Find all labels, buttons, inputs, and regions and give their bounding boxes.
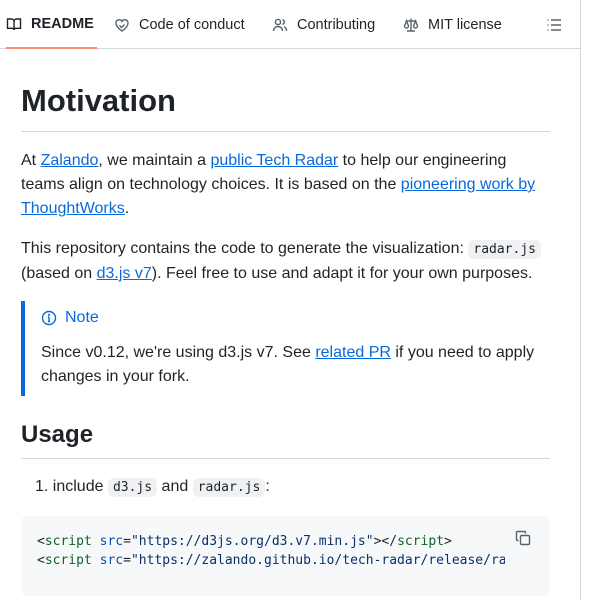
code-token: script [397, 534, 445, 549]
related-pr-link[interactable]: related PR [315, 344, 391, 361]
text: , we maintain a [98, 152, 211, 169]
tab-mit-license[interactable]: MIT license [403, 0, 502, 49]
usage-step-1: 1. include d3.js and radar.js: [35, 475, 270, 500]
copy-button[interactable] [515, 530, 533, 548]
code-token: ></ [373, 534, 398, 549]
text: . [124, 200, 130, 217]
tab-code-of-conduct[interactable]: Code of conduct [114, 0, 245, 49]
usage-heading: Usage [21, 418, 550, 459]
book-icon [6, 17, 22, 30]
list-number: 1. [35, 478, 49, 495]
tab-mit-license-label: MIT license [428, 16, 502, 33]
code-token: < [37, 534, 45, 549]
tab-code-of-conduct-label: Code of conduct [139, 16, 245, 33]
table-of-contents-button[interactable] [546, 17, 564, 33]
people-icon [272, 18, 288, 31]
d3-js-code: d3.js [107, 478, 158, 497]
tab-contributing-label: Contributing [297, 16, 376, 33]
text: (based on [21, 265, 97, 282]
copy-icon [515, 530, 531, 546]
zalando-link[interactable]: Zalando [41, 152, 99, 169]
code-token: script [44, 534, 92, 549]
text: ). Feel free to use and adapt it for you… [151, 265, 533, 282]
code-token: = [123, 553, 131, 568]
readme-tab-bar: README Code of conduct Contributing MIT … [0, 0, 580, 49]
info-icon [41, 310, 57, 326]
law-icon [403, 18, 419, 32]
motivation-paragraph-2: This repository contains the code to gen… [21, 237, 550, 286]
code-token: "https://d3js.org/d3.v7.min.js" [130, 534, 374, 549]
public-tech-radar-link[interactable]: public Tech Radar [210, 152, 338, 169]
code-line-2: <script src="https://zalando.github.io/t… [37, 551, 505, 570]
code-token: > [444, 534, 452, 549]
list-icon [547, 19, 561, 31]
note-title-label: Note [65, 309, 99, 326]
text: Since v0.12, we're using d3.js v7. See [41, 344, 316, 361]
code-line-1: <script src="https://d3js.org/d3.v7.min.… [37, 532, 505, 551]
code-block: <script src="https://d3js.org/d3.v7.min.… [21, 516, 550, 596]
radar-js-code: radar.js [468, 240, 541, 259]
code-token: = [123, 534, 131, 549]
tab-contributing[interactable]: Contributing [272, 0, 375, 49]
motivation-heading: Motivation [21, 81, 550, 132]
code-token: src [91, 534, 124, 549]
text: and [157, 478, 193, 495]
tab-readme[interactable]: README [6, 0, 97, 49]
code-token: < [37, 553, 45, 568]
code-token: script [44, 553, 92, 568]
text: : [265, 478, 270, 495]
note-callout: Note Since v0.12, we're using d3.js v7. … [21, 301, 550, 396]
code-token: "https://zalando.github.io/tech-radar/re… [130, 553, 505, 568]
note-title: Note [41, 306, 99, 330]
radar-js-code: radar.js [192, 478, 266, 497]
text: This repository contains the code to gen… [21, 240, 469, 257]
code-token: src [91, 553, 124, 568]
readme-panel: README Code of conduct Contributing MIT … [0, 0, 581, 600]
text: include [52, 478, 108, 495]
d3js-v7-link[interactable]: d3.js v7 [97, 265, 152, 282]
tab-readme-label: README [31, 15, 94, 32]
note-body: Since v0.12, we're using d3.js v7. See r… [41, 341, 541, 389]
motivation-paragraph-1: At Zalando, we maintain a public Tech Ra… [21, 149, 550, 221]
text: At [21, 152, 41, 169]
heart-icon [115, 18, 129, 32]
